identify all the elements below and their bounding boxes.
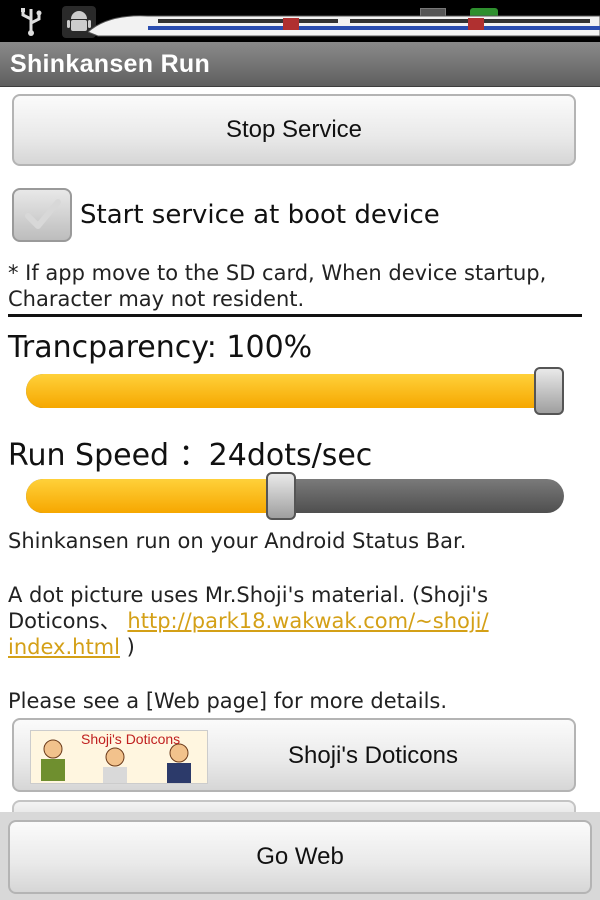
credit-suffix: ) [119, 635, 135, 659]
transparency-slider[interactable] [26, 374, 564, 408]
go-web-button[interactable]: Go Web [8, 820, 592, 894]
credit-link[interactable]: http://park18.wakwak.com/~shoji/ [127, 609, 488, 633]
run-speed-slider-fill [26, 479, 279, 513]
title-bar: Shinkansen Run [0, 42, 600, 87]
doticons-button[interactable]: Shoji's Doticons Shoji's Doticons [12, 718, 576, 792]
shinkansen-train-icon [88, 15, 600, 37]
doticons-image: Shoji's Doticons [30, 730, 208, 784]
app-title: Shinkansen Run [10, 50, 211, 78]
app-description: Shinkansen run on your Android Status Ba… [8, 529, 467, 553]
web-page-note: Please see a [Web page] for more details… [8, 689, 448, 713]
doticons-image-caption: Shoji's Doticons [81, 731, 181, 747]
stop-service-button[interactable]: Stop Service [12, 94, 576, 166]
run-speed-label: Run Speed ：24dots/sec [8, 438, 373, 473]
usb-icon [14, 6, 48, 38]
transparency-slider-fill [26, 374, 564, 408]
status-bar [0, 0, 600, 42]
credit-text: A dot picture uses Mr.Shoji's material. … [8, 582, 593, 660]
checkmark-icon [25, 199, 61, 229]
sd-card-note: * If app move to the SD card, When devic… [8, 261, 547, 311]
run-speed-slider-thumb[interactable] [266, 472, 296, 520]
doticons-button-label: Shoji's Doticons [288, 742, 458, 769]
divider [8, 314, 582, 317]
boot-checkbox[interactable] [12, 188, 72, 242]
transparency-slider-thumb[interactable] [534, 367, 564, 415]
credit-link-continued[interactable]: index.html [8, 635, 120, 659]
transparency-label: Trancparency: 100% [8, 330, 313, 365]
boot-checkbox-label[interactable]: Start service at boot device [80, 200, 440, 230]
